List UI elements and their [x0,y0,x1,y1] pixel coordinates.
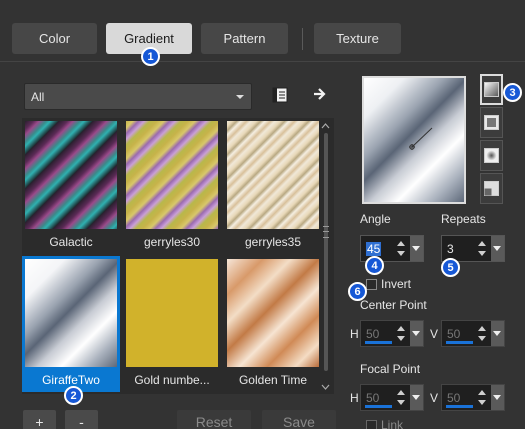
sunburst-gradient-icon [484,181,499,196]
center-v-label: V [430,327,439,341]
angle-handle-icon[interactable] [364,78,464,202]
spin-down-icon[interactable] [397,251,405,256]
gradient-swatch-label: Galactic [49,235,93,249]
gradient-swatch-gerryles35[interactable]: gerryles35 [224,118,322,254]
angle-value[interactable]: 45 [366,242,382,256]
focal-v-label: V [430,391,439,405]
spin-up-icon[interactable] [397,241,405,246]
focal-v-dropdown-button[interactable] [491,385,504,410]
focal-h-level-bar [365,405,392,408]
spin-up-icon[interactable] [478,326,486,331]
center-h-dropdown-button[interactable] [410,321,423,346]
center-h-label: H [350,327,359,341]
header-divider [0,61,525,62]
repeats-label: Repeats [441,212,486,226]
spin-up-icon[interactable] [478,390,486,395]
gradient-preview [126,121,218,229]
gradient-preview [227,259,319,367]
style-rectangular-button[interactable] [480,107,503,138]
invert-label: Invert [381,277,412,291]
callout-badge-2: 2 [64,386,83,405]
focal-v-level-bar [446,405,473,408]
gradient-preview-large[interactable] [362,76,466,204]
gradient-swatch-label: GiraffeTwo [42,373,100,387]
style-linear-button[interactable] [480,74,503,105]
category-select[interactable]: All [24,83,252,110]
callout-badge-1: 1 [141,47,160,66]
scrollbar-grip-icon [323,226,329,238]
spin-up-icon[interactable] [478,241,486,246]
library-icon[interactable] [271,86,289,104]
save-button[interactable]: Save [262,410,336,429]
linear-gradient-icon [484,82,499,97]
scroll-down-icon[interactable] [321,380,330,390]
add-gradient-button[interactable]: + [23,410,56,429]
focal-v-spinbox[interactable]: 50 [441,384,505,411]
spin-down-icon[interactable] [397,400,405,405]
center-v-value[interactable]: 50 [447,327,460,341]
chevron-down-icon [236,95,244,99]
link-checkbox[interactable] [366,420,377,429]
center-h-level-bar [365,341,392,344]
spin-up-icon[interactable] [397,390,405,395]
scrollbar-thumb[interactable] [324,133,328,371]
category-select-value: All [31,89,45,104]
scroll-up-icon[interactable] [321,119,330,129]
repeats-value[interactable]: 3 [447,242,454,256]
focal-h-spinbox[interactable]: 50 [360,384,424,411]
spin-up-icon[interactable] [397,326,405,331]
tab-separator [302,28,303,50]
focal-h-dropdown-button[interactable] [410,385,423,410]
link-label: Link [381,418,404,429]
center-h-spinbox[interactable]: 50 [360,320,424,347]
spin-down-icon[interactable] [478,400,486,405]
gradient-preview [25,259,117,367]
gradient-swatch-gerryles30[interactable]: gerryles30 [123,118,221,254]
arrow-right-icon[interactable] [311,85,329,103]
gradient-swatch-label: gerryles30 [143,235,201,249]
gradient-grid: Galactic gerryles30 gerryles35 GiraffeTw… [22,118,334,394]
gradient-swatch-label: Golden Time [238,373,308,387]
callout-badge-6: 6 [348,282,367,301]
spin-down-icon[interactable] [478,251,486,256]
center-point-label: Center Point [360,298,427,312]
tab-texture[interactable]: Texture [314,23,401,54]
gradient-swatch-golden-time[interactable]: Golden Time [224,256,322,392]
radial-gradient-icon [484,148,499,163]
gradient-swatch-label: gerryles35 [244,235,302,249]
callout-badge-4: 4 [365,256,384,275]
gradient-preview [126,259,218,367]
spin-down-icon[interactable] [397,336,405,341]
style-sunburst-button[interactable] [480,173,503,204]
focal-h-value[interactable]: 50 [366,391,379,405]
center-h-value[interactable]: 50 [366,327,379,341]
reset-button[interactable]: Reset [177,410,251,429]
gradient-swatch-label: Gold numbe... [134,373,210,387]
spin-down-icon[interactable] [478,336,486,341]
invert-checkbox[interactable] [366,279,377,290]
gradient-swatch-gold-number[interactable]: Gold numbe... [123,256,221,392]
angle-dropdown-button[interactable] [410,236,423,261]
gradient-swatch-galactic[interactable]: Galactic [22,118,120,254]
remove-gradient-button[interactable]: - [65,410,98,429]
tab-pattern[interactable]: Pattern [201,23,288,54]
gradient-swatch-giraffetwo[interactable]: GiraffeTwo [22,256,120,392]
angle-label: Angle [360,212,391,226]
center-v-level-bar [446,341,473,344]
center-v-spinbox[interactable]: 50 [441,320,505,347]
center-v-dropdown-button[interactable] [491,321,504,346]
style-radial-button[interactable] [480,140,503,171]
focal-v-value[interactable]: 50 [447,391,460,405]
rectangular-gradient-icon [484,115,499,130]
callout-badge-3: 3 [503,83,522,102]
focal-point-label: Focal Point [360,362,421,376]
gradient-preview [25,121,117,229]
repeats-dropdown-button[interactable] [491,236,504,261]
tab-color[interactable]: Color [12,23,97,54]
focal-h-label: H [350,391,359,405]
gradient-preview [227,121,319,229]
callout-badge-5: 5 [441,258,460,277]
